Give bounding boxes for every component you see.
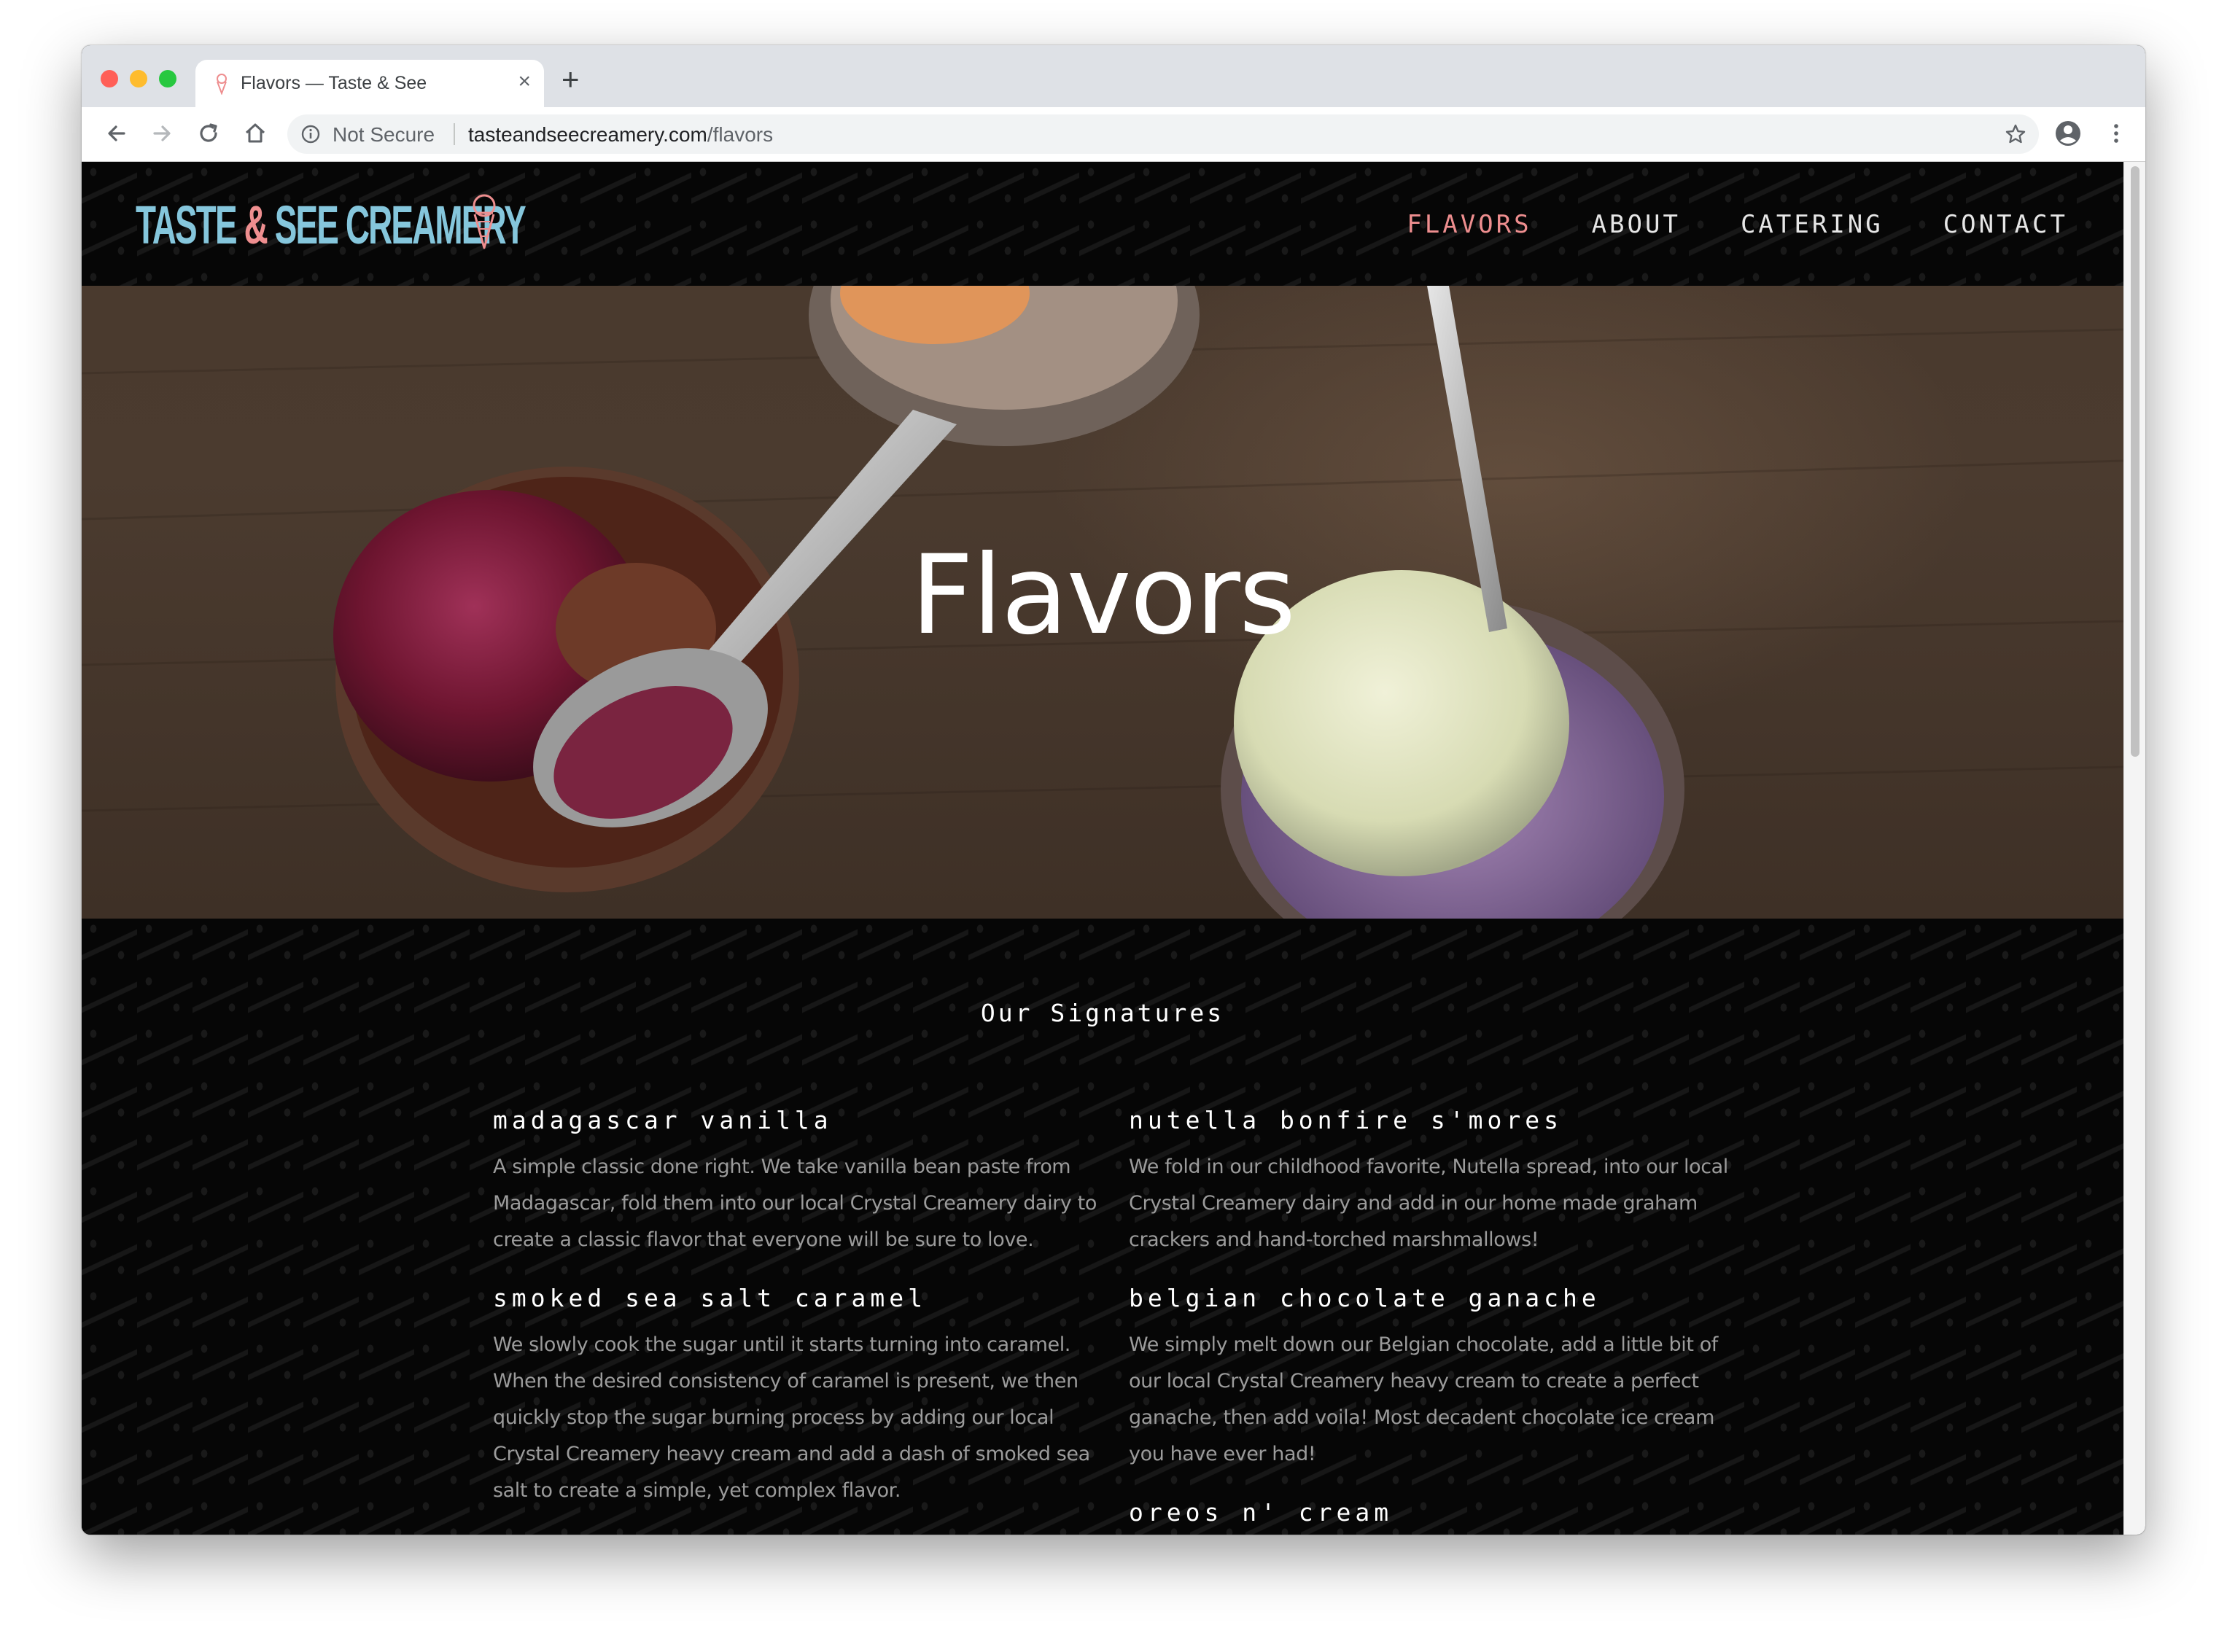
ice-cream-cone-icon [473, 194, 496, 249]
hero-title: Flavors [910, 532, 1296, 659]
tab-strip: Flavors — Taste & See × + [82, 45, 2145, 107]
flavor-description: We slowly cook the sugar until it starts… [493, 1333, 1090, 1502]
nav-contact[interactable]: CONTACT [1943, 210, 2068, 239]
logo-word-taste: TASTE [136, 195, 238, 255]
flavor-description: A simple classic done right. We take van… [493, 1156, 1097, 1251]
browser-window: Flavors — Taste & See × + Not Secure tas… [82, 45, 2145, 1535]
address-bar[interactable]: Not Secure tasteandseecreamery.com/flavo… [287, 114, 2039, 154]
signatures-section: Our Signatures madagascar vanilla A simp… [82, 919, 2123, 1535]
logo-ampersand: & [244, 195, 268, 255]
flavor-item: nutella bonfire s'mores We fold in our c… [1129, 1106, 1734, 1258]
flavor-description: We simply melt down our Belgian chocolat… [1129, 1333, 1718, 1465]
window-close-button[interactable] [101, 70, 118, 87]
url-domain: tasteandseecreamery.com [468, 123, 707, 146]
main-nav: FLAVORS ABOUT CATERING CONTACT [1407, 210, 2068, 239]
flavor-item: belgian chocolate ganache We simply melt… [1129, 1284, 1734, 1473]
flavor-item: smoked sea salt caramel We slowly cook t… [493, 1284, 1098, 1509]
security-label: Not Secure [333, 123, 435, 146]
section-title: Our Signatures [980, 999, 1225, 1027]
menu-dots-icon[interactable] [2102, 119, 2131, 148]
window-minimize-button[interactable] [130, 70, 147, 87]
window-zoom-button[interactable] [159, 70, 176, 87]
site-logo[interactable]: TASTE & SEE CREAMERY [136, 192, 763, 258]
flavor-name: smoked sea salt caramel [493, 1284, 927, 1312]
flavor-name: nutella bonfire s'mores [1129, 1106, 1563, 1134]
new-tab-button[interactable]: + [561, 64, 580, 95]
nav-about[interactable]: ABOUT [1592, 210, 1681, 239]
page-scrollbar[interactable] [2123, 162, 2145, 1535]
flavor-item: madagascar vanilla A simple classic done… [493, 1106, 1098, 1258]
tab-close-icon[interactable]: × [518, 71, 531, 93]
forward-arrow-icon[interactable] [147, 119, 176, 148]
account-icon[interactable] [2053, 119, 2083, 148]
ice-cream-favicon-icon [217, 74, 227, 95]
flavor-name: belgian chocolate ganache [1129, 1284, 1601, 1312]
back-arrow-icon[interactable] [102, 119, 131, 148]
flavor-description: We fold in our childhood favorite, Nutel… [1129, 1156, 1728, 1251]
flavor-name: madagascar vanilla [493, 1106, 833, 1134]
browser-tab-active[interactable]: Flavors — Taste & See × [195, 60, 544, 107]
url-path: /flavors [707, 123, 774, 146]
tab-title: Flavors — Taste & See [241, 73, 427, 93]
flavor-item: oreos n' cream [1129, 1498, 1734, 1535]
info-icon[interactable] [300, 124, 321, 144]
star-icon[interactable] [2004, 122, 2027, 146]
site-header: TASTE & SEE CREAMERY FLAVORS ABOUT CATER… [82, 162, 2123, 286]
nav-catering[interactable]: CATERING [1741, 210, 1884, 239]
page-viewport: TASTE & SEE CREAMERY FLAVORS ABOUT CATER… [82, 162, 2123, 1535]
flavor-name: oreos n' cream [1129, 1498, 1394, 1527]
browser-toolbar: Not Secure tasteandseecreamery.com/flavo… [82, 107, 2145, 162]
hero-banner: Flavors [82, 286, 2123, 919]
scrollbar-thumb[interactable] [2131, 166, 2139, 757]
omnibox-separator [454, 123, 455, 145]
nav-flavors[interactable]: FLAVORS [1407, 210, 1531, 239]
reload-icon[interactable] [194, 119, 223, 148]
url-text[interactable]: tasteandseecreamery.com/flavors [468, 123, 773, 147]
home-icon[interactable] [241, 119, 270, 148]
logo-wordmark: TASTE & SEE CREAMERY [136, 192, 526, 258]
